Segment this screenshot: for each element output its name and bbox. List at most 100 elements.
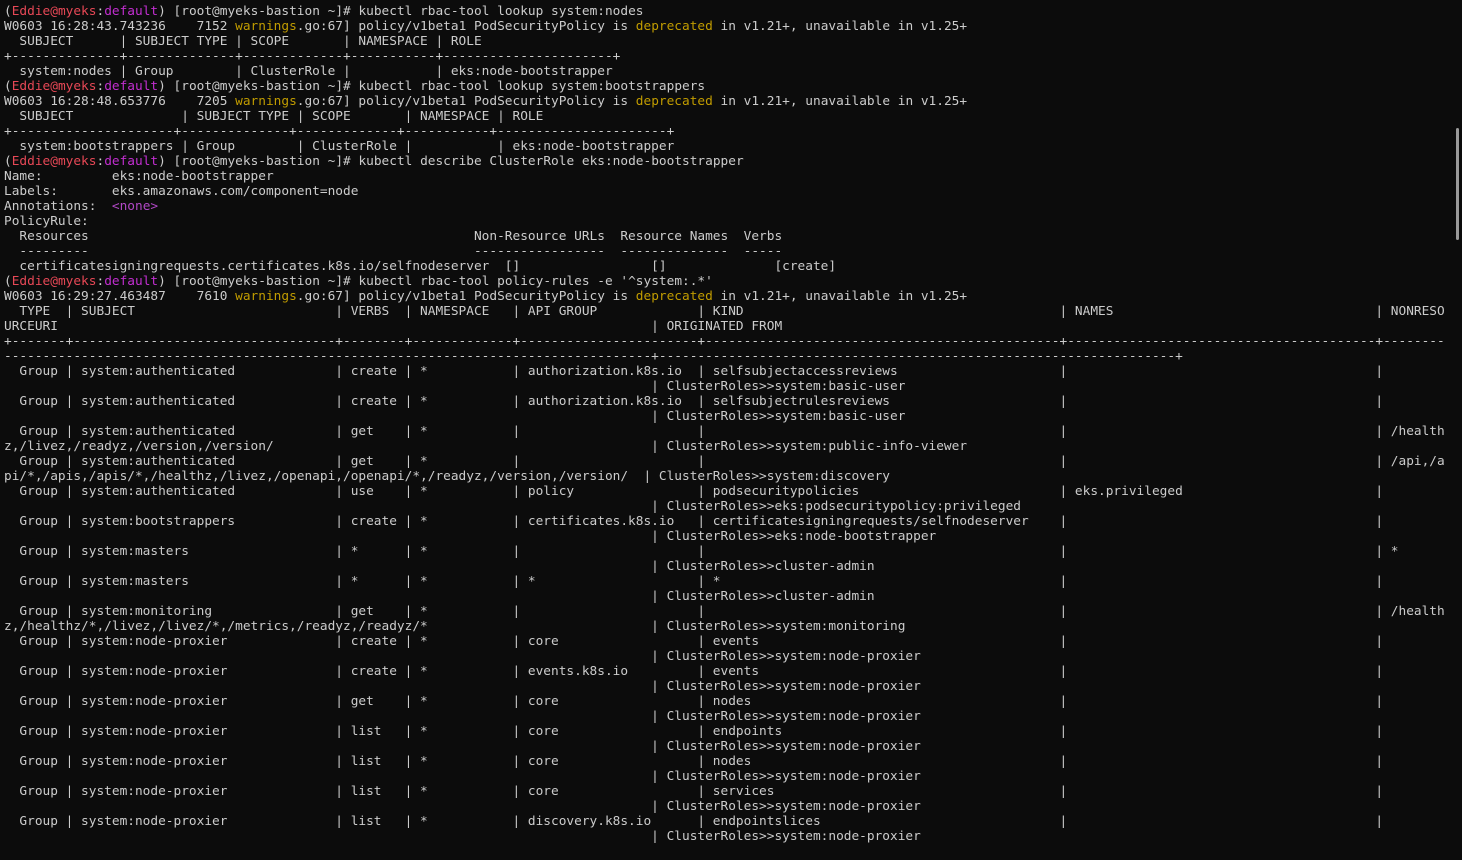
terminal-text: | ClusterRoles>>cluster-admin — [4, 559, 875, 574]
terminal-text: deprecated — [635, 19, 713, 34]
terminal-text: Group | system:authenticated | use | * |… — [4, 484, 1384, 499]
terminal-text: Group | system:authenticated | get | * |… — [4, 424, 1445, 439]
terminal-text: warnings — [235, 19, 297, 34]
terminal-text: URCEURI | ORIGINATED FROM — [4, 319, 783, 334]
terminal-line: URCEURI | ORIGINATED FROM — [4, 319, 1450, 334]
terminal-text: deprecated — [635, 94, 713, 109]
terminal-text: Group | system:node-proxier | list | * |… — [4, 754, 1384, 769]
terminal-output[interactable]: (Eddie@myeks:default) [root@myeks-bastio… — [0, 0, 1450, 860]
terminal-text: .go:67] policy/v1beta1 PodSecurityPolicy… — [296, 94, 636, 109]
terminal-line: | ClusterRoles>>system:node-proxier — [4, 799, 1450, 814]
terminal-text: in v1.21+, unavailable in v1.25+ — [712, 94, 968, 109]
vertical-scrollbar[interactable] — [1450, 0, 1462, 860]
scrollbar-thumb[interactable] — [1456, 128, 1459, 240]
terminal-text: | ClusterRoles>>eks:node-bootstrapper — [4, 529, 937, 544]
terminal-text: Eddie@myeks — [11, 154, 97, 169]
terminal-text: Group | system:node-proxier | list | * |… — [4, 724, 1384, 739]
terminal-line: Group | system:authenticated | use | * |… — [4, 484, 1450, 499]
terminal-text: ( — [4, 154, 12, 169]
terminal-text: ) [root@myeks-bastion ~]# kubectl rbac-t… — [158, 274, 713, 289]
terminal-line: | ClusterRoles>>system:node-proxier — [4, 709, 1450, 724]
terminal-text: Group | system:node-proxier | create | *… — [4, 634, 1384, 649]
terminal-line: | ClusterRoles>>system:basic-user — [4, 409, 1450, 424]
terminal-line: pi/*,/apis,/apis/*,/healthz,/livez,/open… — [4, 469, 1450, 484]
terminal-text: ) [root@myeks-bastion ~]# kubectl rbac-t… — [158, 4, 644, 19]
terminal-text: Group | system:masters | * | * | | | | * — [4, 544, 1399, 559]
terminal-line: | ClusterRoles>>system:node-proxier — [4, 739, 1450, 754]
terminal-text: | ClusterRoles>>cluster-admin — [4, 589, 875, 604]
terminal-text: +---------------------+--------------+--… — [4, 124, 675, 139]
terminal-text: Eddie@myeks — [11, 4, 97, 19]
terminal-text: in v1.21+, unavailable in v1.25+ — [712, 289, 968, 304]
terminal-text: default — [104, 4, 159, 19]
terminal-line: system:nodes | Group | ClusterRole | | e… — [4, 64, 1450, 79]
terminal-text: ( — [4, 4, 12, 19]
terminal-line: SUBJECT | SUBJECT TYPE | SCOPE | NAMESPA… — [4, 109, 1450, 124]
terminal-line: Group | system:node-proxier | create | *… — [4, 634, 1450, 649]
terminal-text: | ClusterRoles>>eks:podsecuritypolicy:pr… — [4, 499, 1021, 514]
terminal-line: | ClusterRoles>>cluster-admin — [4, 559, 1450, 574]
terminal-line: | ClusterRoles>>system:node-proxier — [4, 769, 1450, 784]
terminal-line: z,/healthz/*,/livez,/livez/*,/metrics,/r… — [4, 619, 1450, 634]
terminal-text: Group | system:node-proxier | get | * | … — [4, 694, 1384, 709]
terminal-text: W0603 16:28:48.653776 7205 — [4, 94, 236, 109]
terminal-text: .go:67] policy/v1beta1 PodSecurityPolicy… — [296, 19, 636, 34]
terminal-line: Group | system:authenticated | create | … — [4, 394, 1450, 409]
terminal-text: | ClusterRoles>>system:node-proxier — [4, 769, 921, 784]
terminal-text: Eddie@myeks — [11, 79, 97, 94]
terminal-text: TYPE | SUBJECT | VERBS | NAMESPACE | API… — [4, 304, 1445, 319]
terminal-text: --------- ----------------- ------------… — [4, 244, 783, 259]
terminal-text: default — [104, 274, 159, 289]
terminal-line: --------- ----------------- ------------… — [4, 244, 1450, 259]
terminal-line: Group | system:authenticated | get | * |… — [4, 454, 1450, 469]
terminal-text: W0603 16:29:27.463487 7610 — [4, 289, 236, 304]
terminal-text: <none> — [111, 199, 159, 214]
terminal-text: | ClusterRoles>>system:node-proxier — [4, 679, 921, 694]
terminal-text: z,/livez,/readyz,/version,/version/ | Cl… — [4, 439, 968, 454]
terminal-text: Group | system:bootstrappers | create | … — [4, 514, 1384, 529]
terminal-text: | ClusterRoles>>system:node-proxier — [4, 799, 921, 814]
terminal-line: system:bootstrappers | Group | ClusterRo… — [4, 139, 1450, 154]
terminal-text: | ClusterRoles>>system:node-proxier — [4, 739, 921, 754]
terminal-text: deprecated — [635, 289, 713, 304]
terminal-line: | ClusterRoles>>system:basic-user — [4, 379, 1450, 394]
terminal-text: W0603 16:28:43.743236 7152 — [4, 19, 236, 34]
terminal-line: | ClusterRoles>>system:node-proxier — [4, 649, 1450, 664]
terminal-line: Resources Non-Resource URLs Resource Nam… — [4, 229, 1450, 244]
terminal-line: | ClusterRoles>>eks:node-bootstrapper — [4, 529, 1450, 544]
terminal-text: Group | system:authenticated | get | * |… — [4, 454, 1445, 469]
terminal-text: SUBJECT | SUBJECT TYPE | SCOPE | NAMESPA… — [4, 34, 482, 49]
terminal-line: Annotations: <none> — [4, 199, 1450, 214]
terminal-text: default — [104, 154, 159, 169]
terminal-line: ----------------------------------------… — [4, 349, 1450, 364]
terminal-text: Group | system:node-proxier | create | *… — [4, 664, 1384, 679]
terminal-line: z,/livez,/readyz,/version,/version/ | Cl… — [4, 439, 1450, 454]
terminal-text: ) [root@myeks-bastion ~]# kubectl descri… — [158, 154, 744, 169]
terminal-line: | ClusterRoles>>system:node-proxier — [4, 679, 1450, 694]
terminal-line: (Eddie@myeks:default) [root@myeks-bastio… — [4, 4, 1450, 19]
terminal-text: SUBJECT | SUBJECT TYPE | SCOPE | NAMESPA… — [4, 109, 544, 124]
terminal-text: warnings — [235, 94, 297, 109]
terminal-line: Group | system:node-proxier | create | *… — [4, 664, 1450, 679]
terminal-text: Group | system:monitoring | get | * | | … — [4, 604, 1445, 619]
terminal-line: (Eddie@myeks:default) [root@myeks-bastio… — [4, 274, 1450, 289]
terminal-line: Group | system:bootstrappers | create | … — [4, 514, 1450, 529]
terminal-text: +--------------+--------------+---------… — [4, 49, 621, 64]
terminal-text: system:nodes | Group | ClusterRole | | e… — [4, 64, 613, 79]
terminal-text: Resources Non-Resource URLs Resource Nam… — [4, 229, 783, 244]
terminal-line: Group | system:node-proxier | list | * |… — [4, 724, 1450, 739]
terminal-text: | ClusterRoles>>system:node-proxier — [4, 649, 921, 664]
terminal-line: W0603 16:29:27.463487 7610 warnings.go:6… — [4, 289, 1450, 304]
terminal-line: TYPE | SUBJECT | VERBS | NAMESPACE | API… — [4, 304, 1450, 319]
terminal-text: z,/healthz/*,/livez,/livez/*,/metrics,/r… — [4, 619, 906, 634]
terminal-line: +-------+-------------------------------… — [4, 334, 1450, 349]
terminal-text: +-------+-------------------------------… — [4, 334, 1445, 349]
terminal-line: W0603 16:28:48.653776 7205 warnings.go:6… — [4, 94, 1450, 109]
terminal-text: ( — [4, 274, 12, 289]
terminal-line: Group | system:node-proxier | list | * |… — [4, 784, 1450, 799]
terminal-line: Group | system:authenticated | get | * |… — [4, 424, 1450, 439]
terminal-line: Group | system:monitoring | get | * | | … — [4, 604, 1450, 619]
terminal-line: | ClusterRoles>>system:node-proxier — [4, 829, 1450, 844]
terminal-line: +--------------+--------------+---------… — [4, 49, 1450, 64]
terminal-line: W0603 16:28:43.743236 7152 warnings.go:6… — [4, 19, 1450, 34]
